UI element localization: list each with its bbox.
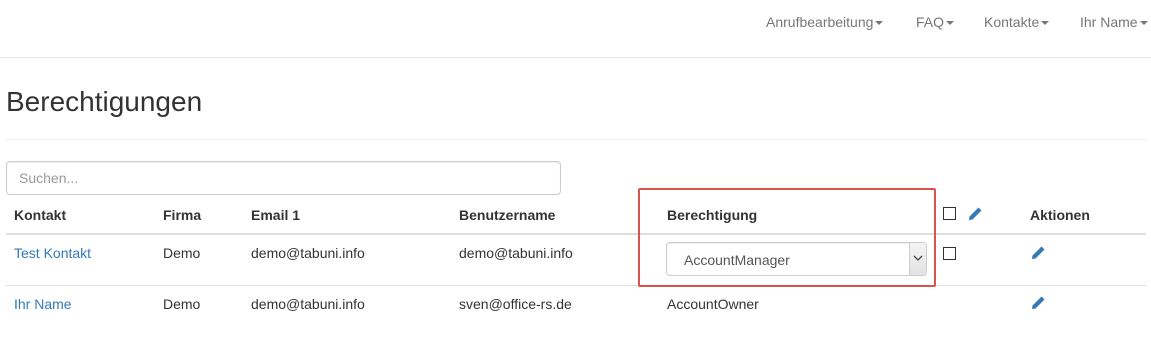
email-cell: demo@tabuni.info [251, 296, 365, 312]
column-header-permission: Berechtigung [667, 207, 758, 223]
contact-link[interactable]: Test Kontakt [14, 245, 91, 261]
username-cell: demo@tabuni.info [459, 245, 573, 261]
nav-item-faq[interactable]: FAQ [916, 14, 955, 32]
permission-select-value: AccountManager [684, 252, 790, 268]
page-title: Berechtigungen [6, 86, 203, 117]
username-cell: sven@office-rs.de [459, 296, 572, 312]
row-checkbox[interactable] [943, 247, 956, 260]
top-navbar: Anrufbearbeitung FAQ Kontakte Ihr Name [0, 0, 1151, 58]
nav-item-anrufbearbeitung[interactable]: Anrufbearbeitung [766, 14, 884, 32]
title-divider [6, 139, 1146, 140]
column-header-contact: Kontakt [14, 207, 67, 223]
nav-item-kontakte[interactable]: Kontakte [984, 14, 1050, 32]
caret-down-icon [1139, 21, 1148, 26]
search-input[interactable] [6, 161, 561, 195]
pencil-icon[interactable] [967, 206, 983, 222]
chevron-down-icon [913, 255, 923, 261]
pencil-icon[interactable] [1030, 295, 1046, 311]
column-header-actions: Aktionen [1030, 207, 1090, 223]
nav-item-label: Kontakte [984, 14, 1040, 30]
caret-down-icon [946, 21, 955, 26]
select-all-checkbox[interactable] [943, 207, 956, 220]
permission-cell: AccountOwner [667, 296, 759, 312]
nav-item-user-menu[interactable]: Ihr Name [1080, 14, 1148, 32]
column-header-company: Firma [163, 207, 202, 223]
select-toggle[interactable] [909, 243, 926, 275]
nav-item-label: FAQ [916, 14, 945, 30]
table-header-divider [6, 233, 1146, 235]
caret-down-icon [1041, 21, 1050, 26]
permission-select[interactable]: AccountManager [666, 242, 927, 276]
pencil-icon[interactable] [1030, 245, 1046, 261]
company-cell: Demo [163, 296, 201, 312]
row-divider [6, 285, 1146, 286]
nav-item-label: Ihr Name [1080, 14, 1138, 30]
caret-down-icon [875, 21, 884, 26]
column-header-username: Benutzername [459, 207, 556, 223]
company-cell: Demo [163, 245, 201, 261]
nav-item-label: Anrufbearbeitung [766, 14, 874, 30]
contact-link[interactable]: Ihr Name [14, 296, 72, 312]
email-cell: demo@tabuni.info [251, 245, 365, 261]
column-header-email: Email 1 [251, 207, 301, 223]
